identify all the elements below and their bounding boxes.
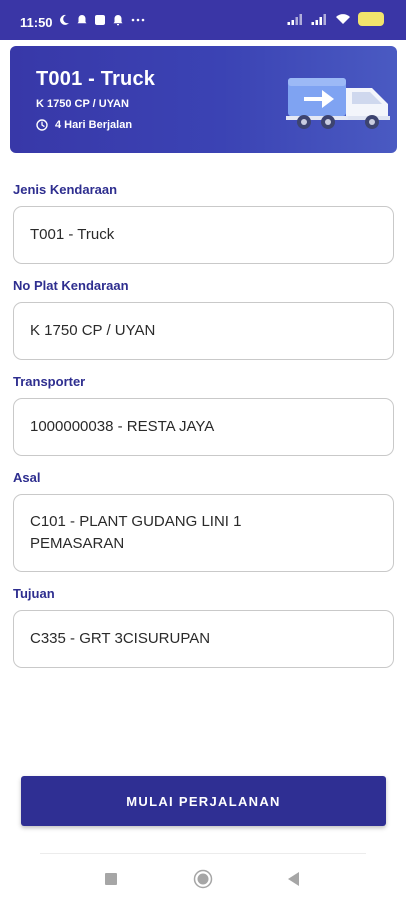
start-trip-button[interactable]: MULAI PERJALANAN [21, 776, 386, 826]
clock-icon [36, 119, 48, 131]
jenis-kendaraan-field[interactable]: T001 - Truck [13, 206, 394, 264]
home-icon [193, 869, 213, 889]
no-plat-field[interactable]: K 1750 CP / UYAN [13, 302, 394, 360]
truck-icon [286, 78, 390, 129]
jenis-kendaraan-label: Jenis Kendaraan [13, 182, 118, 197]
transporter-value: 1000000038 - RESTA JAYA [30, 418, 215, 435]
vehicle-header-card: T001 - Truck K 1750 CP / UYAN 4 Hari Ber… [10, 46, 397, 153]
home-button[interactable] [193, 869, 213, 889]
status-bar: 11:50 [0, 0, 406, 40]
tujuan-field[interactable]: C335 - GRT 3CISURUPAN [13, 610, 394, 668]
nav-divider [40, 853, 366, 854]
wifi-icon [336, 14, 350, 24]
recent-apps-button[interactable] [101, 869, 121, 889]
status-left-icons [58, 14, 146, 26]
square-notification-icon [95, 15, 105, 25]
trip-duration-text: 4 Hari Berjalan [55, 119, 133, 131]
bell-icon [113, 15, 123, 26]
vehicle-plate: K 1750 CP / UYAN [36, 98, 129, 110]
system-nav-bar [0, 856, 406, 900]
back-button[interactable] [284, 869, 304, 889]
asal-field[interactable]: C101 - PLANT GUDANG LINI 1 PEMASARAN [13, 494, 394, 572]
moon-icon [60, 14, 69, 25]
battery-icon [358, 12, 384, 26]
trip-duration: 4 Hari Berjalan [36, 119, 132, 131]
jenis-kendaraan-value: T001 - Truck [30, 226, 115, 243]
recent-apps-icon [105, 873, 117, 885]
notification-icon [77, 15, 87, 24]
status-right-icons [287, 12, 384, 26]
tujuan-value: C335 - GRT 3CISURUPAN [30, 630, 211, 647]
transporter-label: Transporter [13, 374, 86, 389]
no-plat-label: No Plat Kendaraan [13, 278, 129, 293]
tujuan-label: Tujuan [13, 586, 55, 601]
back-icon [288, 872, 299, 886]
vehicle-title: T001 - Truck [36, 68, 156, 90]
status-time: 11:50 [20, 15, 53, 30]
no-plat-value: K 1750 CP / UYAN [30, 322, 156, 339]
asal-value: C101 - PLANT GUDANG LINI 1 PEMASARAN [30, 513, 242, 552]
asal-label: Asal [13, 470, 41, 485]
more-icon [131, 18, 145, 22]
transporter-field[interactable]: 1000000038 - RESTA JAYA [13, 398, 394, 456]
signal-icon [311, 14, 326, 25]
signal-icon [287, 14, 302, 25]
